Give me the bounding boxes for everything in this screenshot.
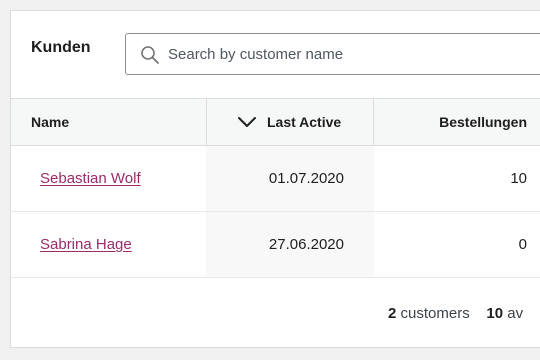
secondary-label: av: [507, 305, 524, 322]
customer-name-link[interactable]: Sebastian Wolf: [40, 170, 141, 187]
search-icon: [141, 46, 159, 64]
orders-cell: 0: [518, 236, 527, 253]
column-header-last-active[interactable]: Last Active: [206, 99, 374, 145]
summary-text: 2 customers 10 av: [388, 305, 523, 322]
card-header: Kunden: [11, 11, 540, 99]
table-row: Sebastian Wolf 01.07.2020 10: [11, 146, 540, 212]
customers-count: 2: [388, 305, 397, 322]
last-active-cell: 01.07.2020: [268, 170, 344, 187]
column-header-name[interactable]: Name: [11, 99, 206, 145]
column-header-orders[interactable]: Bestellungen: [374, 99, 527, 145]
table-footer: 2 customers 10 av: [11, 279, 540, 347]
column-header-last-active-label: Last Active: [267, 114, 342, 130]
search-box[interactable]: [125, 33, 540, 75]
secondary-count: 10: [486, 305, 504, 322]
orders-cell: 10: [510, 170, 527, 187]
page-title: Kunden: [31, 39, 91, 56]
customer-name-cell: Sabrina Hage: [40, 212, 132, 278]
customers-table: Name Last Active Bestellungen Sebastian …: [11, 98, 540, 278]
customers-label: customers: [400, 305, 470, 322]
last-active-cell: 27.06.2020: [268, 236, 344, 253]
customer-name-link[interactable]: Sabrina Hage: [40, 236, 132, 253]
customers-card: Kunden Name Last Active Bestellungen Seb…: [10, 10, 540, 348]
table-row: Sabrina Hage 27.06.2020 0: [11, 212, 540, 278]
customer-name-cell: Sebastian Wolf: [40, 146, 141, 212]
search-input[interactable]: [168, 34, 540, 74]
chevron-down-icon: [238, 117, 256, 127]
table-header: Name Last Active Bestellungen: [11, 98, 540, 146]
